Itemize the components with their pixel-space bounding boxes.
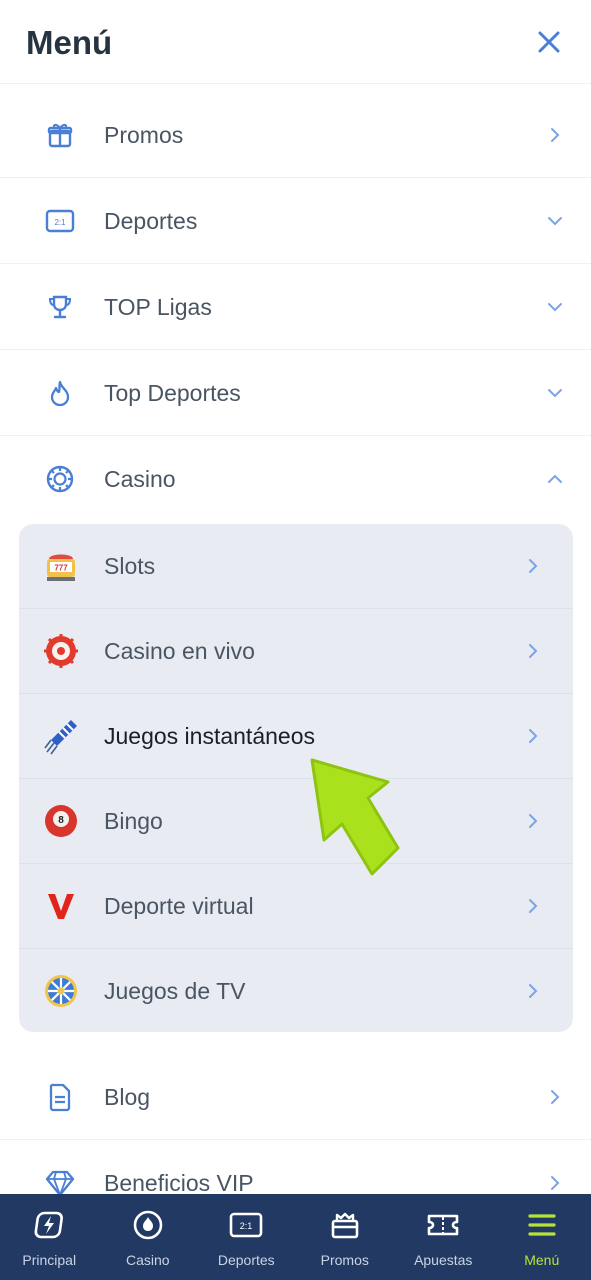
menu-item-label: Promos — [104, 122, 184, 148]
casino-chip-icon — [44, 463, 76, 495]
tab-promos[interactable]: Promos — [296, 1194, 395, 1280]
chevron-right-icon — [521, 724, 545, 748]
submenu-item-juegos-de-tv[interactable]: Juegos de TV — [19, 949, 573, 1032]
tab-label: Deportes — [217, 1252, 275, 1268]
tab-menu[interactable]: Menú — [493, 1194, 591, 1280]
chevron-down-icon — [543, 381, 567, 405]
v-logo-icon — [41, 886, 81, 926]
chevron-right-icon — [521, 809, 545, 833]
tab-casino[interactable]: Casino — [99, 1194, 198, 1280]
chevron-down-icon — [543, 295, 567, 319]
menu-item-blog[interactable]: Blog — [0, 1054, 591, 1140]
svg-text:777: 777 — [54, 564, 68, 573]
close-button[interactable] — [531, 24, 567, 60]
close-icon — [538, 31, 560, 53]
slot-machine-icon: 777 — [41, 546, 81, 586]
submenu-item-slots[interactable]: 777 Slots — [19, 524, 573, 609]
menu-item-casino[interactable]: Casino — [0, 436, 591, 522]
page-title: Menú — [26, 24, 113, 61]
menu-header: Menú — [0, 0, 591, 84]
tab-label: Casino — [125, 1252, 170, 1268]
bottom-tab-bar: Principal Casino 2:1 Deportes Promos Apu… — [0, 1194, 591, 1280]
scoreboard-icon: 2:1 — [229, 1208, 263, 1242]
menu-item-label: Deportes — [104, 208, 198, 234]
chevron-up-icon — [543, 467, 567, 491]
tab-label: Apuestas — [414, 1252, 473, 1268]
submenu-item-label: Juegos instantáneos — [104, 723, 315, 749]
menu-item-promos[interactable]: Promos — [0, 92, 591, 178]
submenu-item-label: Slots — [104, 553, 156, 579]
submenu-item-casino-en-vivo[interactable]: Casino en vivo — [19, 609, 573, 694]
tab-apuestas[interactable]: Apuestas — [394, 1194, 493, 1280]
roulette-icon — [41, 631, 81, 671]
tab-deportes[interactable]: 2:1 Deportes — [197, 1194, 296, 1280]
chevron-right-icon — [521, 979, 545, 1003]
svg-text:2:1: 2:1 — [240, 1221, 253, 1231]
hamburger-icon — [525, 1208, 559, 1242]
menu-item-label: Blog — [104, 1084, 151, 1110]
submenu-item-label: Deporte virtual — [104, 893, 254, 919]
main-menu: Promos 2:1 Deportes TOP Ligas Top Deport… — [0, 92, 591, 522]
casino-chip-icon — [131, 1208, 165, 1242]
gift-box-icon — [328, 1208, 362, 1242]
chevron-right-icon — [543, 1171, 567, 1195]
chevron-right-icon — [521, 554, 545, 578]
gift-icon — [44, 119, 76, 151]
chevron-right-icon — [543, 1085, 567, 1109]
submenu-item-label: Bingo — [104, 808, 163, 834]
tab-label: Promos — [320, 1252, 369, 1268]
flame-icon — [44, 377, 76, 409]
menu-item-top-ligas[interactable]: TOP Ligas — [0, 264, 591, 350]
menu-item-deportes[interactable]: 2:1 Deportes — [0, 178, 591, 264]
chevron-right-icon — [543, 123, 567, 147]
menu-item-label: TOP Ligas — [104, 294, 212, 320]
document-icon — [44, 1081, 76, 1113]
lightning-icon — [32, 1208, 66, 1242]
scoreboard-icon: 2:1 — [44, 205, 76, 237]
submenu-item-label: Juegos de TV — [104, 978, 246, 1004]
svg-text:2:1: 2:1 — [54, 218, 66, 227]
ticket-icon — [426, 1208, 460, 1242]
trophy-icon — [44, 291, 76, 323]
svg-text:8: 8 — [58, 815, 64, 826]
wheel-icon — [41, 971, 81, 1011]
pointer-arrow-icon — [310, 758, 400, 876]
menu-item-label: Casino — [104, 466, 176, 492]
tab-label: Principal — [22, 1252, 77, 1268]
tab-principal[interactable]: Principal — [0, 1194, 99, 1280]
chevron-down-icon — [543, 209, 567, 233]
menu-item-label: Top Deportes — [104, 380, 241, 406]
chevron-right-icon — [521, 639, 545, 663]
chevron-right-icon — [521, 894, 545, 918]
bingo-ball-icon: 8 — [41, 801, 81, 841]
menu-item-top-deportes[interactable]: Top Deportes — [0, 350, 591, 436]
menu-item-label: Beneficios VIP — [104, 1170, 254, 1196]
tab-label: Menú — [524, 1252, 560, 1268]
submenu-item-label: Casino en vivo — [104, 638, 255, 664]
rocket-icon — [41, 716, 81, 756]
